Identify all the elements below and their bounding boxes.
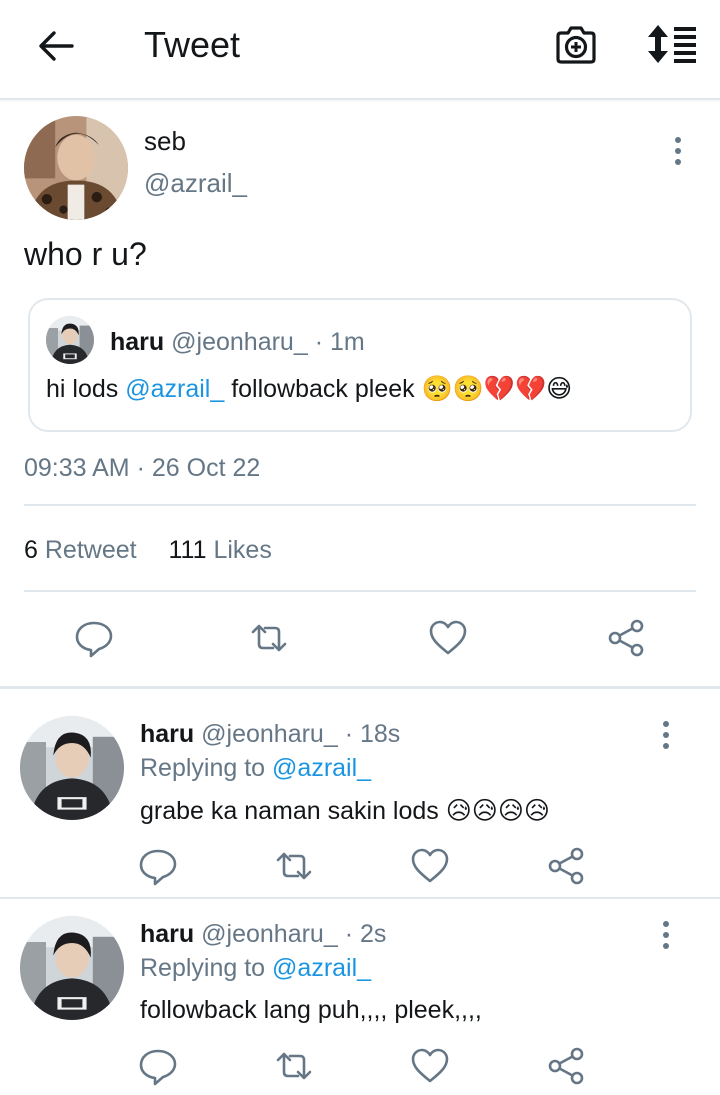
display-name[interactable]: seb xyxy=(144,126,186,157)
tweet-text: who r u? xyxy=(24,236,147,272)
quote-name: haru xyxy=(110,328,165,356)
tweet-stats: 6 Retweet 111 Likes xyxy=(24,536,272,565)
reply-handle[interactable]: @jeonharu_ xyxy=(201,720,338,748)
reply-text-body: grabe ka naman sakin lods xyxy=(140,797,446,825)
reply-text: grabe ka naman sakin lods 😥😥😥😥 xyxy=(140,796,550,826)
quote-text-after: followback pleek xyxy=(224,375,422,403)
quote-handle: @jeonharu_ xyxy=(171,328,308,356)
retweet-icon[interactable] xyxy=(274,846,314,886)
heart-icon[interactable] xyxy=(428,618,468,658)
tweet-date: 26 Oct 22 xyxy=(151,454,261,482)
quote-avatar xyxy=(46,316,94,364)
quoted-tweet[interactable]: haru @jeonharu_ · 1m hi lods @azrail_ fo… xyxy=(28,298,692,432)
quote-text: hi lods @azrail_ followback pleek 🥺🥺💔💔😅 xyxy=(46,374,572,404)
share-icon[interactable] xyxy=(546,846,586,886)
quote-text-before: hi lods xyxy=(46,375,126,403)
heart-icon[interactable] xyxy=(410,846,450,886)
retweet-label[interactable]: Retweet xyxy=(45,536,137,564)
retweet-icon[interactable] xyxy=(249,618,289,658)
divider xyxy=(24,590,696,592)
reply-text-body: followback lang puh,,,, pleek,,,, xyxy=(140,996,482,1024)
reply-name[interactable]: haru xyxy=(140,920,194,948)
comment-icon[interactable] xyxy=(138,1046,178,1086)
reply-actions xyxy=(0,846,720,896)
tweet-actions xyxy=(0,618,720,668)
comment-icon[interactable] xyxy=(138,846,178,886)
separator-dot: · xyxy=(314,328,324,356)
replying-label: Replying to xyxy=(140,954,273,982)
reply-time: 2s xyxy=(359,920,387,948)
retweet-count[interactable]: 6 xyxy=(24,536,38,564)
divider xyxy=(0,686,720,689)
reply-handle[interactable]: @jeonharu_ xyxy=(201,920,338,948)
more-vertical-icon[interactable] xyxy=(661,720,671,750)
top-app-bar: Tweet xyxy=(0,0,720,100)
page-title: Tweet xyxy=(144,24,241,65)
divider xyxy=(0,897,720,899)
reply-header: haru @jeonharu_ · 2s xyxy=(140,920,386,949)
quote-emojis: 🥺🥺💔💔😅 xyxy=(421,374,573,403)
comment-icon[interactable] xyxy=(74,618,114,658)
like-count[interactable]: 111 xyxy=(168,536,206,564)
avatar[interactable] xyxy=(20,916,124,1020)
more-vertical-icon[interactable] xyxy=(661,920,671,950)
reply-name[interactable]: haru xyxy=(140,720,194,748)
reply-time: 18s xyxy=(359,720,401,748)
divider xyxy=(24,504,696,506)
reply-emojis: 😥😥😥😥 xyxy=(445,796,550,825)
mention-link[interactable]: @azrail_ xyxy=(272,954,371,982)
quote-header: haru @jeonharu_ · 1m xyxy=(110,328,365,357)
separator-dot: · xyxy=(344,720,354,748)
mention-link[interactable]: @azrail_ xyxy=(272,754,371,782)
tweet-timestamp: 09:33 AM · 26 Oct 22 xyxy=(24,454,260,483)
like-label[interactable]: Likes xyxy=(213,536,271,564)
reply-actions xyxy=(0,1046,720,1095)
sort-icon[interactable] xyxy=(646,24,698,64)
mention-link[interactable]: @azrail_ xyxy=(125,375,224,403)
share-icon[interactable] xyxy=(546,1046,586,1086)
quote-time: 1m xyxy=(329,328,365,356)
arrow-left-icon[interactable] xyxy=(36,26,76,66)
camera-plus-icon[interactable] xyxy=(554,24,598,66)
reply-header: haru @jeonharu_ · 18s xyxy=(140,720,400,749)
separator-dot: · xyxy=(136,454,145,482)
replying-to: Replying to @azrail_ xyxy=(140,954,371,983)
avatar[interactable] xyxy=(24,116,128,220)
avatar[interactable] xyxy=(20,716,124,820)
separator-dot: · xyxy=(344,920,354,948)
reply-text: followback lang puh,,,, pleek,,,, xyxy=(140,996,482,1025)
tweet-time: 09:33 AM xyxy=(24,454,130,482)
replying-label: Replying to xyxy=(140,754,273,782)
heart-icon[interactable] xyxy=(410,1046,450,1086)
more-vertical-icon[interactable] xyxy=(673,136,683,166)
user-handle[interactable]: @azrail_ xyxy=(144,168,247,199)
replying-to: Replying to @azrail_ xyxy=(140,754,371,783)
share-icon[interactable] xyxy=(606,618,646,658)
retweet-icon[interactable] xyxy=(274,1046,314,1086)
